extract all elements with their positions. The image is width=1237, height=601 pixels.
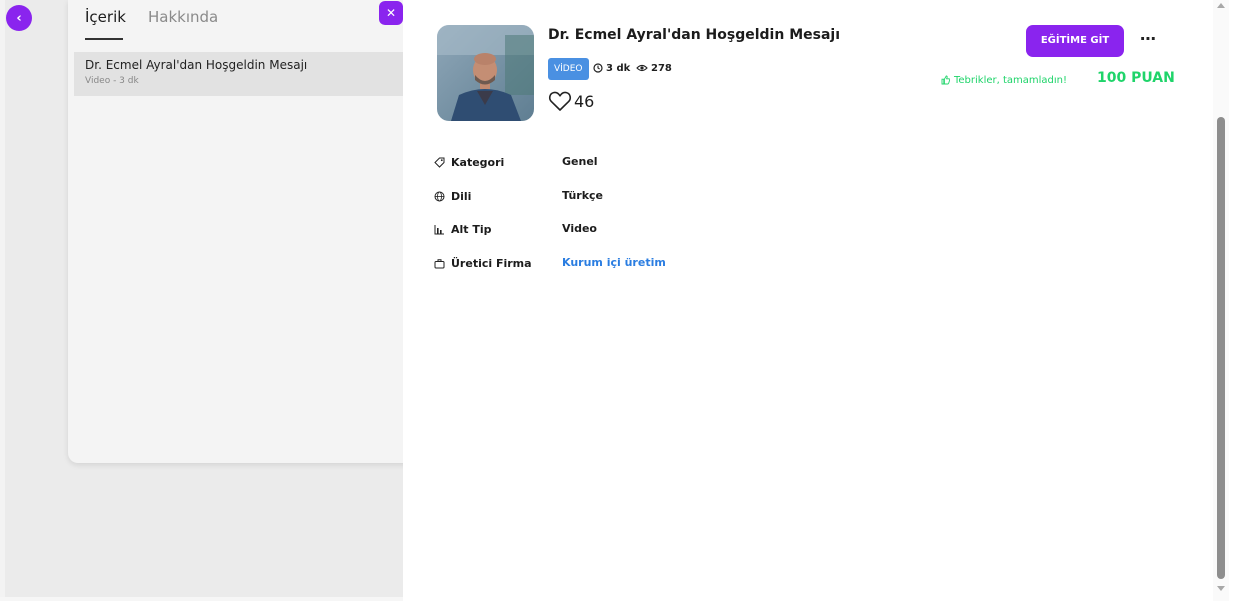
subtype-label: Alt Tip (451, 222, 492, 236)
page-bottom-edge (0, 597, 403, 601)
completion-text: Tebrikler, tamamladın! (954, 74, 1068, 86)
producer-link[interactable]: Kurum içi üretim (562, 254, 666, 272)
language-value: Türkçe (562, 189, 604, 202)
more-options-button[interactable]: ⋯ (1136, 29, 1160, 53)
go-to-training-button[interactable]: EĞİTİME GİT (1026, 25, 1124, 57)
info-row-subtype: Alt Tip Video (434, 220, 834, 238)
category-label: Kategori (451, 155, 505, 169)
scroll-up-arrow-icon[interactable] (1217, 3, 1225, 8)
page-edge (0, 0, 5, 601)
eye-icon (636, 64, 648, 72)
info-label-producer: Üretici Firma (434, 254, 532, 272)
info-row-language: Dili Türkçe (434, 187, 834, 205)
points-earned: 100 PUAN (1097, 70, 1175, 86)
vertical-scrollbar[interactable] (1213, 0, 1229, 601)
subtype-value: Video (562, 222, 597, 235)
globe-icon (434, 191, 445, 201)
language-label: Dili (451, 189, 472, 203)
active-tab-indicator (85, 38, 123, 40)
close-icon: ✕ (385, 6, 397, 20)
info-label-language: Dili (434, 187, 471, 205)
list-item[interactable]: Dr. Ecmel Ayral'dan Hoşgeldin Mesajı Vid… (74, 52, 403, 96)
like-count: 46 (574, 91, 595, 111)
briefcase-icon (434, 258, 445, 268)
view-count: 278 (636, 60, 672, 76)
view-count-value: 278 (651, 62, 672, 74)
video-thumbnail[interactable] (437, 25, 534, 121)
duration: 3 dk (593, 60, 630, 76)
info-label-category: Kategori (434, 153, 504, 171)
tab-hakkinda[interactable]: Hakkında (148, 8, 218, 26)
info-row-category: Kategori Genel (434, 153, 834, 171)
tag-icon (434, 157, 445, 168)
info-label-subtype: Alt Tip (434, 220, 492, 238)
duration-value: 3 dk (606, 62, 631, 74)
presenter-photo (437, 25, 534, 121)
chevron-left-icon: ‹ (16, 10, 22, 26)
thumbs-up-icon (941, 75, 950, 85)
list-item-meta: Video - 3 dk (85, 76, 139, 86)
content-type-badge: VİDEO (548, 58, 589, 80)
like-counter[interactable]: 46 (548, 89, 594, 113)
detail-panel: Dr. Ecmel Ayral'dan Hoşgeldin Mesajı VİD… (403, 0, 1213, 601)
list-item-title: Dr. Ecmel Ayral'dan Hoşgeldin Mesajı (85, 58, 308, 72)
heart-icon[interactable] (548, 90, 572, 112)
completion-message: Tebrikler, tamamladın! (941, 72, 1067, 88)
scrollbar-thumb[interactable] (1217, 117, 1225, 579)
bar-chart-icon (434, 224, 444, 234)
tab-icerik[interactable]: İçerik (85, 8, 126, 26)
content-title: Dr. Ecmel Ayral'dan Hoşgeldin Mesajı (548, 27, 840, 43)
close-panel-button[interactable]: ✕ (379, 1, 403, 25)
producer-label: Üretici Firma (451, 256, 532, 270)
info-row-producer: Üretici Firma Kurum içi üretim (434, 254, 834, 272)
back-button[interactable]: ‹ (6, 5, 32, 31)
background-page: İçerik Hakkında Dr. Ecmel Ayral'dan Hoşg… (0, 0, 403, 601)
category-value: Genel (562, 155, 598, 168)
scroll-down-arrow-icon[interactable] (1217, 586, 1225, 591)
clock-icon (593, 63, 603, 73)
